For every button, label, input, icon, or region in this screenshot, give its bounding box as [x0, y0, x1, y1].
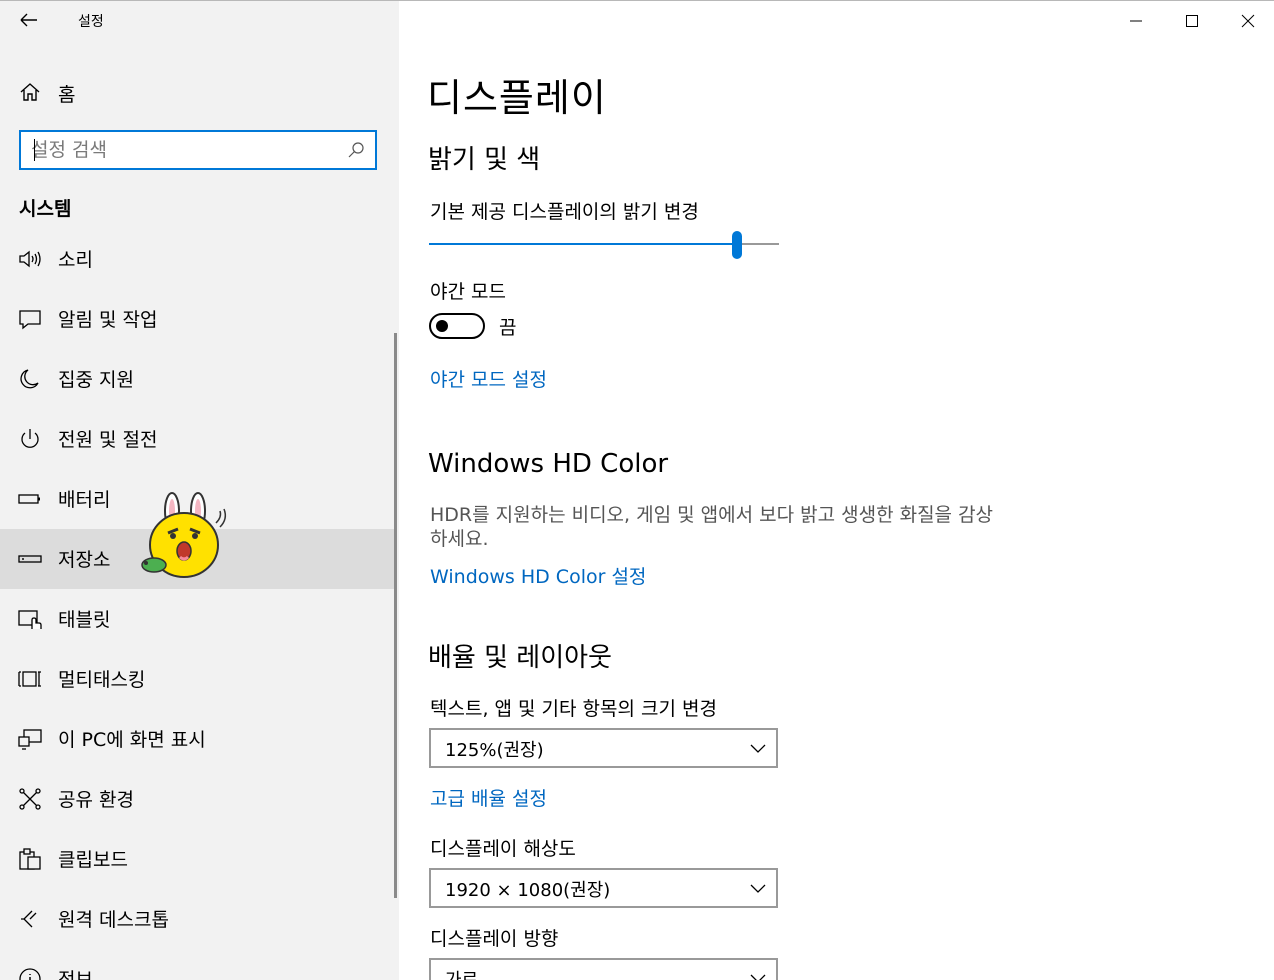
sidebar-item-home[interactable]: 홈	[0, 73, 399, 113]
sidebar-item-clipboard[interactable]: 클립보드	[0, 829, 396, 889]
brightness-slider[interactable]	[429, 230, 779, 260]
night-light-toggle[interactable]	[429, 313, 485, 339]
orientation-dropdown[interactable]: 가로	[429, 958, 778, 980]
sidebar-item-label: 이 PC에 화면 표시	[58, 729, 206, 751]
scale-layout-heading: 배율 및 레이아웃	[428, 643, 612, 673]
notification-icon	[19, 310, 41, 330]
storage-icon	[18, 555, 42, 563]
scale-value: 125%(권장)	[445, 740, 544, 761]
search-icon[interactable]	[347, 141, 365, 159]
resolution-value: 1920 × 1080(권장)	[445, 880, 611, 901]
back-button[interactable]	[16, 7, 42, 33]
info-icon	[19, 968, 41, 980]
orientation-value: 가로	[445, 966, 478, 980]
project-icon	[18, 729, 42, 750]
tablet-icon	[18, 610, 42, 629]
sidebar-item-label: 전원 및 절전	[58, 429, 158, 451]
sidebar-item-label: 소리	[58, 249, 93, 271]
hd-color-description: HDR를 지원하는 비디오, 게임 및 앱에서 보다 밝고 생생한 화질을 감상…	[430, 504, 994, 550]
chevron-down-icon	[750, 974, 766, 980]
slider-fill	[429, 243, 737, 245]
sidebar-item-label: 공유 환경	[58, 789, 134, 811]
sidebar-item-focus-assist[interactable]: 집중 지원	[0, 349, 396, 409]
multitasking-icon	[18, 671, 41, 687]
scale-dropdown[interactable]: 125%(권장)	[429, 728, 778, 768]
sidebar-item-label: 원격 데스크톱	[58, 909, 169, 931]
text-caret	[34, 139, 35, 161]
clipboard-icon	[19, 848, 41, 870]
sidebar: 설정 홈 시스템 소리 알림 및 작업 집중 지원 전원 및 절전 배터리 저장…	[0, 1, 399, 980]
sidebar-item-label: 클립보드	[58, 849, 128, 871]
slider-thumb[interactable]	[732, 231, 742, 259]
sidebar-item-label: 정보	[58, 969, 93, 980]
sidebar-item-shared-experiences[interactable]: 공유 환경	[0, 769, 396, 829]
orientation-label: 디스플레이 방향	[430, 928, 559, 950]
sidebar-scrollbar[interactable]	[394, 333, 397, 898]
sidebar-item-notifications[interactable]: 알림 및 작업	[0, 289, 396, 349]
app-title: 설정	[78, 14, 104, 30]
home-label: 홈	[58, 84, 76, 106]
power-icon	[21, 429, 39, 448]
resolution-dropdown[interactable]: 1920 × 1080(권장)	[429, 868, 778, 908]
sidebar-item-label: 집중 지원	[58, 369, 134, 391]
sidebar-item-label: 멀티태스킹	[58, 669, 146, 691]
night-light-settings-link[interactable]: 야간 모드 설정	[430, 365, 547, 392]
shared-experiences-icon	[19, 788, 41, 810]
chevron-down-icon	[750, 884, 766, 893]
night-light-label: 야간 모드	[430, 281, 506, 303]
home-icon	[20, 83, 40, 101]
sidebar-item-about[interactable]: 정보	[0, 949, 396, 980]
sidebar-item-label: 태블릿	[58, 609, 111, 631]
hd-color-heading: Windows HD Color	[428, 449, 669, 479]
sidebar-item-multitasking[interactable]: 멀티태스킹	[0, 649, 396, 709]
brightness-label: 기본 제공 디스플레이의 밝기 변경	[430, 201, 699, 223]
sidebar-item-project[interactable]: 이 PC에 화면 표시	[0, 709, 396, 769]
resolution-label: 디스플레이 해상도	[430, 838, 576, 860]
moon-icon	[20, 369, 39, 389]
speaker-icon	[19, 250, 41, 268]
sidebar-item-label: 저장소	[58, 549, 111, 571]
advanced-scaling-link[interactable]: 고급 배율 설정	[430, 784, 547, 811]
sidebar-item-label: 알림 및 작업	[58, 309, 158, 331]
chevron-down-icon	[750, 744, 766, 753]
search-input[interactable]	[31, 132, 331, 168]
brightness-heading: 밝기 및 색	[428, 145, 541, 175]
hd-color-settings-link[interactable]: Windows HD Color 설정	[430, 562, 646, 589]
toggle-knob	[436, 320, 448, 332]
section-title-system: 시스템	[19, 198, 72, 220]
remote-desktop-icon	[21, 910, 37, 928]
sidebar-item-remote-desktop[interactable]: 원격 데스크톱	[0, 889, 396, 949]
scale-label: 텍스트, 앱 및 기타 항목의 크기 변경	[430, 698, 717, 720]
battery-icon	[18, 494, 40, 504]
sidebar-item-label: 배터리	[58, 489, 111, 511]
main-content: 디스플레이 밝기 및 색 기본 제공 디스플레이의 밝기 변경 야간 모드 끔 …	[399, 1, 1274, 980]
night-light-state: 끔	[499, 317, 517, 339]
page-title: 디스플레이	[427, 76, 607, 120]
bunny-sticker-icon	[141, 492, 227, 578]
sidebar-item-sound[interactable]: 소리	[0, 229, 396, 289]
back-arrow-icon	[20, 13, 37, 27]
sidebar-item-tablet[interactable]: 태블릿	[0, 589, 396, 649]
search-box[interactable]	[19, 130, 377, 170]
sidebar-item-power-sleep[interactable]: 전원 및 절전	[0, 409, 396, 469]
